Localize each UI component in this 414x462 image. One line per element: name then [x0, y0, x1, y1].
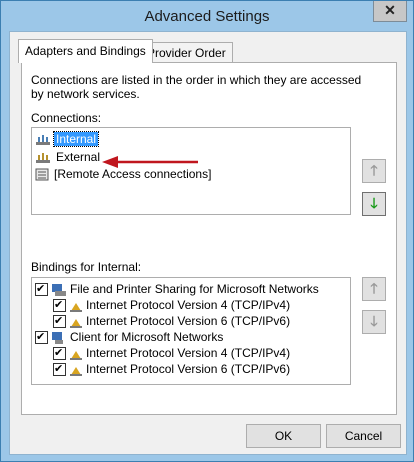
down-arrow-icon: 🡓 [370, 195, 378, 211]
annotation-arrow [102, 156, 198, 168]
service-icon [52, 283, 66, 296]
binding-item[interactable]: Internet Protocol Version 4 (TCP/IPv4) [53, 345, 290, 361]
connections-label: Connections: [31, 111, 102, 125]
title-bar[interactable]: Advanced Settings ✕ [1, 1, 413, 31]
close-button[interactable]: ✕ [373, 1, 407, 22]
advanced-settings-window: Advanced Settings ✕ Adapters and Binding… [0, 0, 414, 462]
binding-move-up-button[interactable]: 🡑 [362, 277, 386, 301]
remote-access-icon [35, 168, 49, 181]
down-arrow-icon: 🡓 [370, 313, 378, 329]
connection-label: External [56, 150, 101, 164]
connections-listbox[interactable]: Internal External [Remote Access connect… [31, 127, 351, 215]
binding-label: Internet Protocol Version 6 (TCP/IPv6) [86, 314, 291, 328]
connections-description: Connections are listed in the order in w… [31, 73, 362, 101]
bindings-label: Bindings for Internal: [31, 260, 142, 274]
ok-button[interactable]: OK [246, 424, 321, 448]
move-up-button[interactable]: 🡑 [362, 159, 386, 183]
protocol-icon [70, 350, 82, 360]
binding-item[interactable]: Internet Protocol Version 6 (TCP/IPv6) [53, 361, 290, 377]
binding-checkbox[interactable] [53, 297, 66, 313]
up-arrow-icon: 🡑 [370, 162, 378, 178]
client-icon [52, 331, 63, 344]
cancel-button[interactable]: Cancel [326, 424, 401, 448]
window-title: Advanced Settings [144, 8, 270, 25]
network-adapter-icon [36, 152, 50, 163]
binding-label: Internet Protocol Version 4 (TCP/IPv4) [86, 298, 291, 312]
connection-item-external[interactable]: External [35, 149, 102, 165]
binding-checkbox[interactable] [35, 329, 48, 345]
binding-item[interactable]: Client for Microsoft Networks [35, 329, 223, 345]
binding-item[interactable]: Internet Protocol Version 6 (TCP/IPv6) [53, 313, 290, 329]
tab-adapters-and-bindings[interactable]: Adapters and Bindings [18, 39, 153, 63]
move-down-button[interactable]: 🡓 [362, 192, 386, 216]
binding-checkbox[interactable] [53, 361, 66, 377]
binding-item[interactable]: File and Printer Sharing for Microsoft N… [35, 281, 319, 297]
dialog-client-area: Adapters and Bindings Provider Order Con… [9, 31, 407, 455]
network-adapter-icon [36, 134, 50, 145]
binding-label: Internet Protocol Version 6 (TCP/IPv6) [86, 362, 291, 376]
binding-checkbox[interactable] [53, 313, 66, 329]
protocol-icon [70, 366, 82, 376]
protocol-icon [70, 302, 82, 312]
bindings-tree[interactable]: File and Printer Sharing for Microsoft N… [31, 277, 351, 385]
connection-item-internal[interactable]: Internal [35, 131, 100, 147]
binding-checkbox[interactable] [35, 281, 48, 297]
tab-provider-order[interactable]: Provider Order [140, 42, 233, 63]
binding-item[interactable]: Internet Protocol Version 4 (TCP/IPv4) [53, 297, 290, 313]
binding-checkbox[interactable] [53, 345, 66, 361]
binding-label: Client for Microsoft Networks [70, 330, 224, 344]
connection-label: Internal [52, 131, 100, 147]
adapters-and-bindings-panel: Connections are listed in the order in w… [21, 62, 397, 415]
binding-move-down-button[interactable]: 🡓 [362, 310, 386, 334]
binding-label: File and Printer Sharing for Microsoft N… [70, 282, 319, 296]
protocol-icon [70, 318, 82, 328]
up-arrow-icon: 🡑 [370, 280, 378, 296]
binding-label: Internet Protocol Version 4 (TCP/IPv4) [86, 346, 291, 360]
